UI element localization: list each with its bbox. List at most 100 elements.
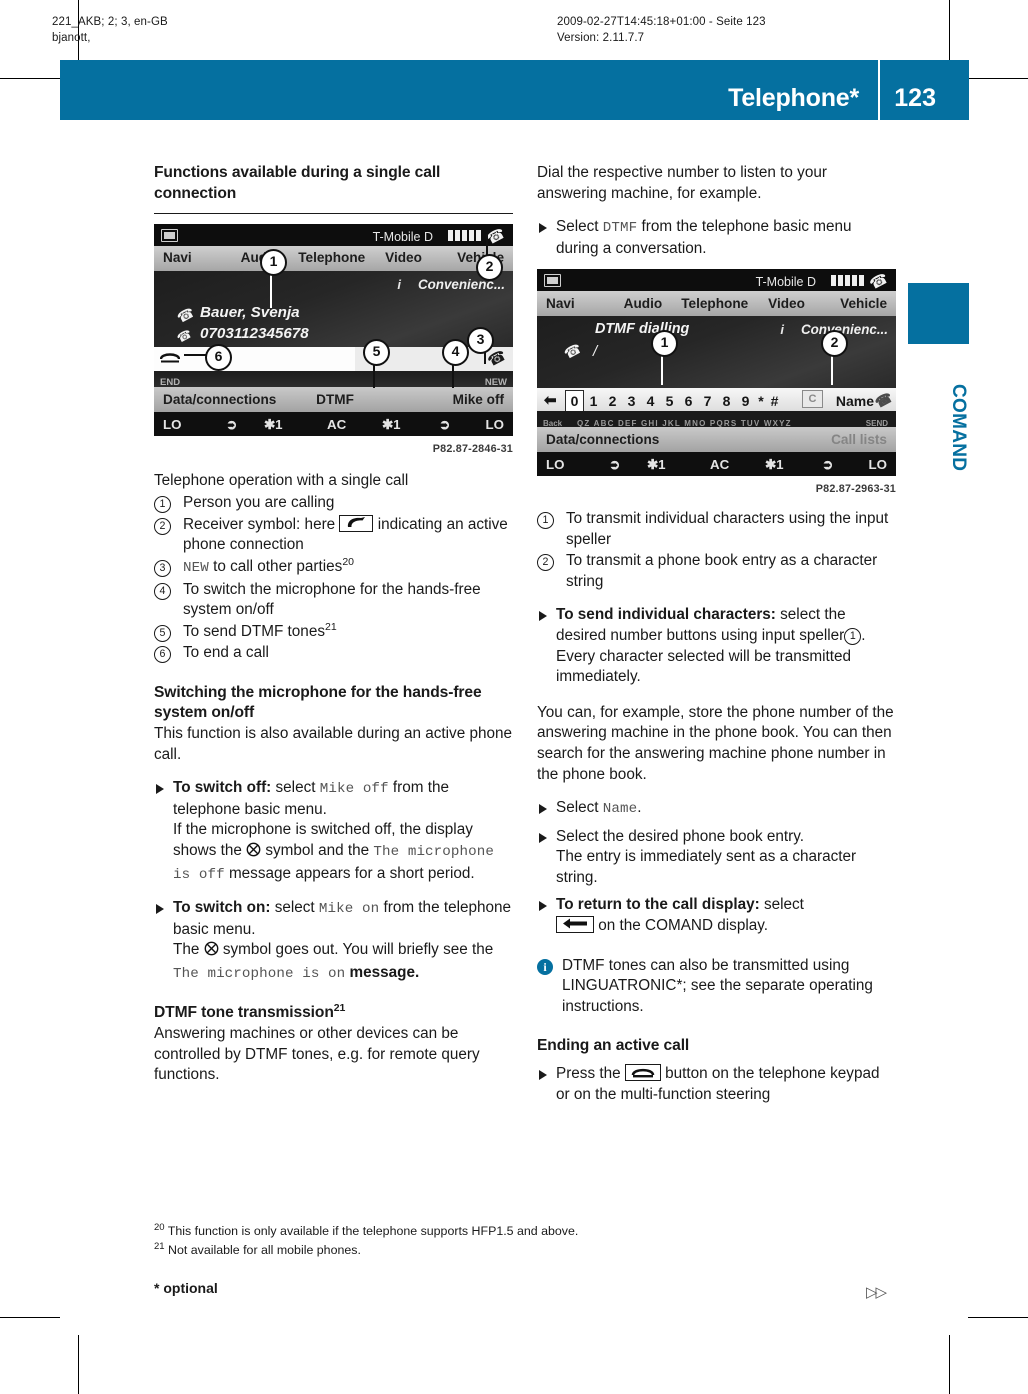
crop-mark-top-right-v bbox=[949, 0, 950, 60]
menu-item-video[interactable]: Video bbox=[368, 248, 440, 269]
back-arrow-icon[interactable]: ⬅ bbox=[544, 391, 557, 412]
menu-item-navi[interactable]: Navi bbox=[154, 248, 224, 269]
legend-item-text: To end a call bbox=[183, 644, 269, 662]
caller-number: 0703112345678 bbox=[200, 325, 309, 342]
speller-key-hash[interactable]: # bbox=[767, 391, 782, 412]
callout-leader-2 bbox=[486, 234, 488, 256]
speller-key-7[interactable]: 7 bbox=[698, 391, 717, 412]
step-select-name: Select Name. bbox=[537, 798, 896, 820]
climate-fan-left-level: ✱1 bbox=[647, 457, 666, 473]
info-glyph: i bbox=[397, 277, 401, 292]
circled-number: 5 bbox=[154, 624, 171, 642]
info-note-linguatronic: i DTMF tones can also be transmitted usi… bbox=[537, 956, 896, 1018]
speller-key-3[interactable]: 3 bbox=[622, 391, 641, 412]
crop-mark-bottom-left-v bbox=[78, 1335, 79, 1394]
speller-key-4[interactable]: 4 bbox=[641, 391, 660, 412]
footnote-ref-21: 21 bbox=[324, 620, 337, 633]
speller-key-1[interactable]: 1 bbox=[584, 391, 603, 412]
next-page-marker: ▷▷ bbox=[866, 1284, 887, 1301]
legend-list-2: 1 To transmit individual characters usin… bbox=[537, 509, 896, 592]
display-climate-bar: LO ➲ ✱1 AC ✱1 ➲ LO bbox=[154, 412, 513, 436]
climate-fan-left-icon: ➲ bbox=[609, 457, 621, 473]
step-press-end-button: Press the button on the telephone keypad… bbox=[537, 1063, 896, 1105]
menu-item-navi[interactable]: Navi bbox=[537, 294, 607, 315]
speller-key-star[interactable]: * bbox=[755, 391, 767, 412]
legend-item-1: 1 To transmit individual characters usin… bbox=[537, 509, 896, 550]
step-switch-on-label: To switch on: bbox=[173, 899, 271, 917]
footnote-text: This function is only available if the t… bbox=[167, 1224, 579, 1238]
climate-fan-right-icon: ➲ bbox=[822, 457, 834, 473]
footnote-block: 20 This function is only available if th… bbox=[154, 1222, 914, 1260]
step-select-dtmf-t2: from the telephone basic menu during a c… bbox=[556, 218, 852, 257]
dial-intro: Dial the respective number to listen to … bbox=[537, 164, 827, 202]
softkey-data-connections[interactable]: Data/connections bbox=[163, 390, 276, 411]
footnote-ref-20: 20 bbox=[342, 555, 355, 568]
display-soft-key-row: Data/connections Call lists bbox=[537, 427, 896, 453]
page-title: Telephone* bbox=[728, 84, 859, 112]
climate-right-temp: LO bbox=[868, 457, 887, 473]
carrier-label: T-Mobile D bbox=[372, 230, 433, 244]
speller-key-5[interactable]: 5 bbox=[660, 391, 679, 412]
mic-off-icon bbox=[204, 941, 219, 963]
speller-key-8[interactable]: 8 bbox=[717, 391, 736, 412]
section-heading-switching-mic: Switching the microphone for the hands-f… bbox=[154, 683, 482, 722]
softkey-call-lists[interactable]: Call lists bbox=[831, 430, 887, 451]
speller-key-0[interactable]: 0 bbox=[565, 390, 584, 413]
menu-item-audio[interactable]: Audio bbox=[607, 294, 679, 315]
screen-word-mike-off: Mike off bbox=[319, 781, 389, 798]
legend-item-6: 6 To end a call bbox=[154, 643, 513, 664]
display-status-bar: T-Mobile D ☎ bbox=[537, 269, 896, 294]
legend-intro: Telephone operation with a single call bbox=[154, 471, 409, 489]
step-send-individual-characters: To send individual characters: select th… bbox=[537, 605, 896, 687]
legend-item-text: To switch the microphone for the hands-f… bbox=[183, 580, 481, 619]
step-select-entry-t2: The entry is immediately sent as a chara… bbox=[556, 848, 857, 886]
legend-list-1: 1 Person you are calling 2 Receiver symb… bbox=[154, 493, 513, 664]
menu-item-telephone[interactable]: Telephone bbox=[296, 248, 368, 269]
clear-key[interactable]: C bbox=[802, 390, 823, 409]
left-text-column: Functions available during a single call… bbox=[154, 163, 513, 1086]
figure-caption-2: P82.87-2963-31 bbox=[815, 483, 896, 496]
speller-key-6[interactable]: 6 bbox=[679, 391, 698, 412]
chapter-thumb-tab bbox=[908, 283, 969, 344]
menu-item-vehicle[interactable]: Vehicle bbox=[822, 294, 896, 315]
speller-key-2[interactable]: 2 bbox=[603, 391, 622, 412]
softkey-data-connections[interactable]: Data/connections bbox=[546, 430, 659, 451]
screen-word-mike-on: Mike on bbox=[318, 901, 380, 918]
screen-word-dtmf: DTMF bbox=[602, 220, 638, 237]
callout-1: 1 bbox=[260, 249, 287, 276]
circled-number: 1 bbox=[537, 511, 554, 529]
job-ticket-left: 221_AKB; 2; 3, en-GB bjanott, bbox=[52, 16, 168, 44]
display-call-area: i Convenienc... ☎ Bauer, Svenja ☎ 070311… bbox=[154, 271, 513, 347]
step-select-entry: Select the desired phone book entry. The… bbox=[537, 827, 896, 889]
name-key[interactable]: Name bbox=[836, 391, 874, 412]
call-icon[interactable]: ☎ bbox=[871, 387, 896, 413]
display-input-speller: ⬅ 0 1 2 3 4 5 6 7 8 9 * # C Name ☎ bbox=[537, 387, 896, 413]
speller-key-9[interactable]: 9 bbox=[736, 391, 755, 412]
step-return-label: To return to the call display: bbox=[556, 896, 760, 914]
circled-number: 3 bbox=[154, 559, 171, 577]
softkey-dtmf[interactable]: DTMF bbox=[316, 390, 354, 411]
menu-item-telephone[interactable]: Telephone bbox=[679, 294, 751, 315]
step-switch-off-t4: symbol and the bbox=[265, 841, 370, 859]
info-glyph: i bbox=[780, 322, 784, 338]
menu-item-video[interactable]: Video bbox=[751, 294, 823, 315]
step-press-t1: Press the bbox=[556, 1064, 621, 1082]
info-icon: i bbox=[537, 958, 553, 975]
legend-item-2: 2 Receiver symbol: here indicating an ac… bbox=[154, 514, 513, 556]
inline-circled-ref-1: 1 bbox=[844, 627, 862, 645]
crop-mark-bottom-right-h bbox=[968, 1317, 1028, 1318]
step-select-name-t1: Select bbox=[556, 799, 599, 817]
callout-4: 4 bbox=[442, 339, 469, 366]
display-main-menu-bar: Navi Audio Telephone Video Vehicle bbox=[154, 246, 513, 271]
softkey-mike-off[interactable]: Mike off bbox=[453, 390, 504, 411]
footnote-20: 20 This function is only available if th… bbox=[154, 1222, 914, 1241]
crop-mark-bottom-right-v bbox=[949, 1335, 950, 1394]
callout-leader-6 bbox=[184, 354, 206, 356]
end-call-button-area[interactable] bbox=[154, 347, 357, 371]
legend-item-text: To transmit a phone book entry as a char… bbox=[566, 552, 878, 590]
right-text-column: Dial the respective number to listen to … bbox=[537, 163, 896, 1105]
climate-ac-label: AC bbox=[327, 417, 347, 432]
step-return-call-display: To return to the call display: select on… bbox=[537, 895, 896, 936]
section-heading-dtmf: DTMF tone transmission21 bbox=[154, 1002, 346, 1022]
circled-number: 4 bbox=[154, 582, 171, 600]
